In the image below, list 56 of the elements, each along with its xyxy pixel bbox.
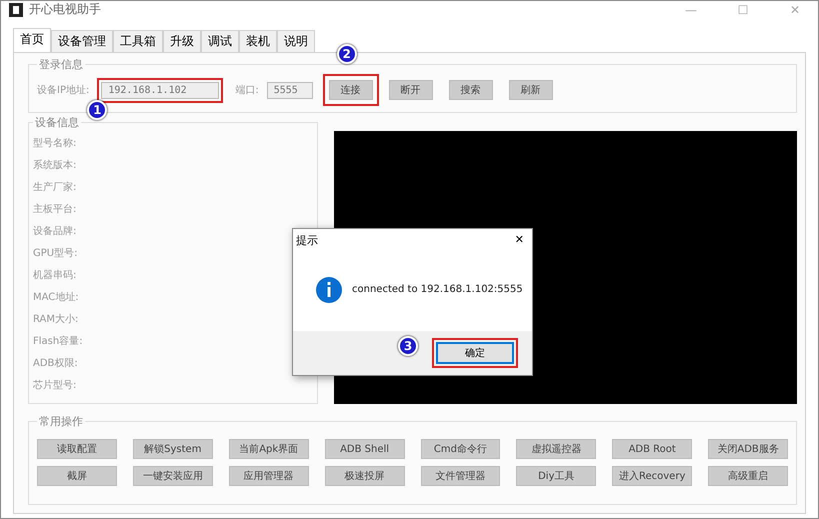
- action-button[interactable]: 连接: [328, 80, 373, 100]
- action-button[interactable]: 应用管理器: [228, 466, 309, 486]
- step-badge: 1: [87, 100, 108, 120]
- action-button[interactable]: Cmd命令行: [420, 439, 500, 459]
- tab[interactable]: 首页: [13, 28, 51, 52]
- field-label: 设备IP地址:: [37, 84, 90, 97]
- info-label: 主板平台:: [33, 202, 76, 216]
- info-label: 机器串码:: [33, 268, 76, 282]
- info-label: 系统版本:: [33, 158, 76, 172]
- group-title: 常用操作: [38, 414, 84, 429]
- group-title: 登录信息: [38, 57, 84, 72]
- field-label: 端口:: [235, 84, 259, 97]
- action-button[interactable]: 搜索: [448, 80, 493, 100]
- action-button[interactable]: 极速投屏: [324, 466, 404, 486]
- info-label: GPU型号:: [33, 246, 78, 260]
- info-label: MAC地址:: [33, 290, 79, 304]
- group-title: 设备信息: [34, 115, 80, 130]
- app-icon: [9, 2, 23, 16]
- tab[interactable]: 工具箱: [113, 30, 163, 52]
- info-label: 型号名称:: [33, 136, 76, 150]
- info-label: 芯片型号:: [33, 378, 76, 392]
- action-button[interactable]: Diy工具: [516, 466, 596, 486]
- action-button[interactable]: 关闭ADB服务: [708, 439, 788, 459]
- dialog-title: 提示: [296, 233, 318, 248]
- tab[interactable]: 设备管理: [51, 30, 113, 52]
- action-button[interactable]: 解锁System: [132, 439, 213, 459]
- info-label: Flash容量:: [33, 334, 83, 348]
- tab[interactable]: 升级: [163, 30, 201, 52]
- action-button[interactable]: 进入Recovery: [612, 466, 692, 486]
- tab[interactable]: 说明: [277, 30, 315, 52]
- info-label: 设备品牌:: [33, 225, 76, 238]
- action-button[interactable]: 一键安装应用: [132, 466, 213, 486]
- action-button[interactable]: 高级重启: [708, 466, 788, 486]
- tab[interactable]: 装机: [239, 30, 277, 52]
- action-button[interactable]: 文件管理器: [420, 466, 500, 486]
- tab[interactable]: 调试: [201, 30, 239, 52]
- action-button[interactable]: 当前Apk界面: [228, 439, 309, 459]
- action-button[interactable]: ADB Shell: [324, 439, 404, 459]
- info-label: 生产厂家:: [33, 180, 76, 194]
- dialog-message: connected to 192.168.1.102:5555: [352, 284, 523, 295]
- action-button[interactable]: 虚拟遥控器: [516, 439, 596, 459]
- action-button[interactable]: 读取配置: [37, 439, 117, 459]
- step-badge: 2: [336, 44, 357, 64]
- action-button[interactable]: 截屏: [37, 466, 117, 486]
- info-label: ADB权限:: [33, 356, 78, 370]
- port-field[interactable]: 5555: [266, 82, 313, 98]
- info-label: RAM大小:: [33, 312, 78, 326]
- action-button[interactable]: 断开: [388, 80, 433, 100]
- action-button[interactable]: ADB Root: [612, 439, 692, 459]
- action-button[interactable]: 刷新: [508, 80, 553, 100]
- step-badge: 3: [398, 336, 418, 356]
- ok-button[interactable]: 确定: [436, 342, 514, 364]
- close-button[interactable]: ✕: [514, 233, 524, 248]
- info-icon: [316, 276, 342, 302]
- ip-field[interactable]: 192.168.1.102: [101, 82, 220, 98]
- window-title: 开心电视助手: [29, 1, 102, 18]
